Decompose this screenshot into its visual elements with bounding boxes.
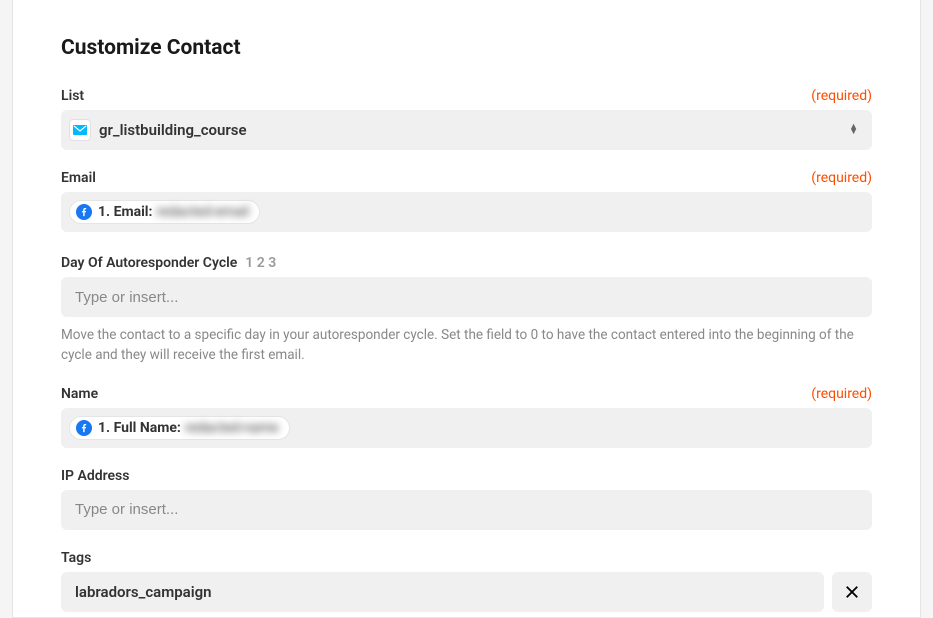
name-token[interactable]: 1. Full Name: redacted-name — [69, 416, 290, 440]
form-card: Customize Contact List (required) gr_lis… — [12, 0, 921, 618]
list-label: List — [61, 88, 84, 104]
email-label: Email — [61, 170, 96, 186]
remove-tag-button[interactable] — [832, 572, 872, 612]
ip-input[interactable] — [75, 501, 858, 518]
email-token-value: redacted-email — [156, 204, 249, 220]
field-cycle: Day Of Autoresponder Cycle 1 2 3 Move th… — [61, 252, 872, 366]
sort-icon: ▲▼ — [849, 125, 858, 135]
facebook-icon — [76, 420, 92, 436]
list-required-label: (required) — [811, 88, 872, 104]
name-token-value: redacted-name — [185, 420, 279, 436]
field-ip: IP Address — [61, 468, 872, 530]
name-token-label: 1. Full Name: — [98, 420, 181, 436]
tags-label: Tags — [61, 550, 91, 566]
name-label: Name — [61, 386, 98, 402]
getresponse-icon — [69, 119, 91, 141]
email-required-label: (required) — [811, 170, 872, 186]
ip-label: IP Address — [61, 468, 129, 484]
list-value: gr_listbuilding_course — [99, 121, 247, 139]
cycle-helper: Move the contact to a specific day in yo… — [61, 325, 872, 366]
ip-input-wrapper — [61, 490, 872, 530]
cycle-label: Day Of Autoresponder Cycle — [61, 255, 237, 271]
email-token[interactable]: 1. Email: redacted-email — [69, 200, 260, 224]
cycle-input[interactable] — [75, 289, 858, 306]
facebook-icon — [76, 204, 92, 220]
name-input[interactable]: 1. Full Name: redacted-name — [61, 408, 872, 448]
cycle-hint: 1 2 3 — [245, 255, 276, 271]
email-input[interactable]: 1. Email: redacted-email — [61, 192, 872, 232]
cycle-input-wrapper — [61, 277, 872, 317]
field-tags: Tags labradors_campaign — [61, 550, 872, 618]
name-required-label: (required) — [811, 386, 872, 402]
email-token-label: 1. Email: — [98, 204, 152, 220]
field-email: Email (required) 1. Email: redacted-emai… — [61, 170, 872, 232]
tag-input[interactable]: labradors_campaign — [61, 572, 824, 612]
page-title: Customize Contact — [61, 36, 872, 60]
tag-value: labradors_campaign — [75, 583, 212, 601]
field-name: Name (required) 1. Full Name: redacted-n… — [61, 386, 872, 448]
close-icon — [843, 583, 861, 601]
field-list: List (required) gr_listbuilding_course ▲… — [61, 88, 872, 150]
list-select[interactable]: gr_listbuilding_course ▲▼ — [61, 110, 872, 150]
